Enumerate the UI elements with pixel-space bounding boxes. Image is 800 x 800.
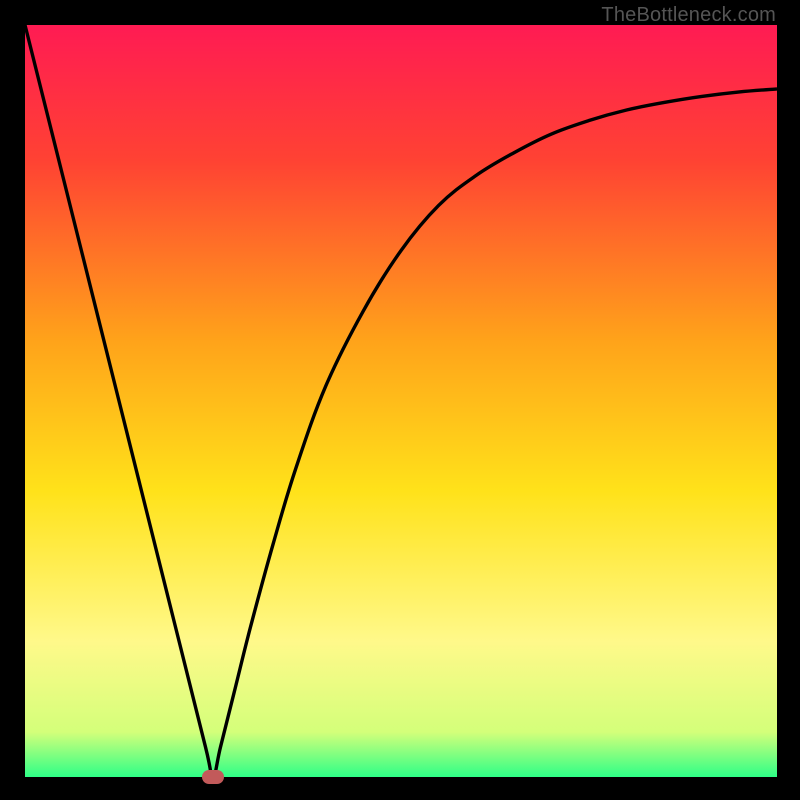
watermark-text: TheBottleneck.com — [601, 4, 776, 27]
chart-frame — [25, 25, 777, 777]
chart-curve-layer — [25, 25, 777, 777]
optimum-marker — [202, 770, 224, 784]
bottleneck-curve — [25, 25, 777, 777]
